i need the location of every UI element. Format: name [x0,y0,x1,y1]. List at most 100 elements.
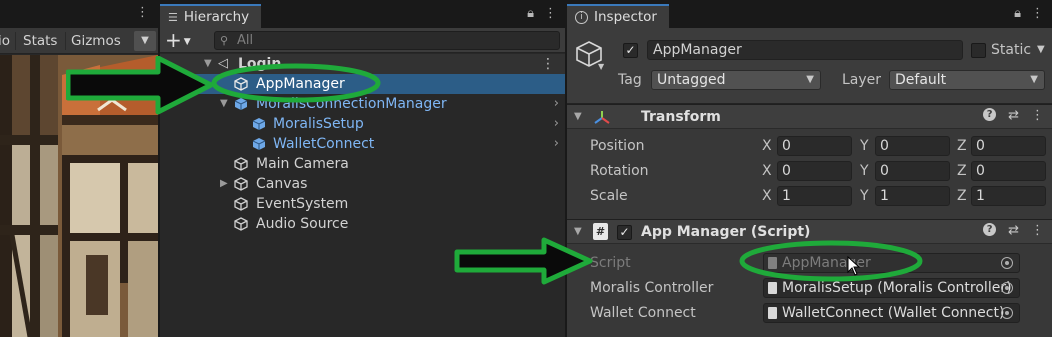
tree-row-label: WalletConnect [273,136,375,152]
tab-inspector[interactable]: i Inspector [567,4,669,28]
transform-scale-row: Scale X 1 Y 1 Z 1 [567,185,1052,207]
more-options-icon[interactable]: ⋮ [136,5,149,20]
hierarchy-search-input[interactable]: ⚲ All [214,31,560,50]
more-options-icon[interactable]: ⋮ [1031,223,1044,238]
script-label: Script [590,255,631,271]
gameobject-cube-icon [234,217,248,231]
game-scene-render[interactable] [0,55,158,337]
unity-scene-icon: ◁ [218,56,228,71]
prefab-cube-icon [252,118,266,130]
script-file-icon [768,307,777,319]
axis-z-label[interactable]: Z [957,186,967,206]
transform-axes-icon [594,111,610,124]
fold-arrow-icon[interactable]: ▼ [204,54,212,74]
wallet-connect-row: Wallet Connect WalletConnect (Wallet Con… [567,302,1052,324]
axis-z-label[interactable]: Z [957,136,967,156]
tree-row-label: MoralisSetup [273,116,364,132]
more-options-icon[interactable]: ⋮ [1031,108,1044,123]
help-icon[interactable]: ? [983,108,997,121]
more-options-icon[interactable]: ⋮ [544,6,557,21]
moralis-controller-value: MoralisSetup (Moralis Controller) [782,280,1012,296]
tag-label: Tag [618,72,642,88]
fold-arrow-icon[interactable]: ▼ [574,222,582,242]
csharp-script-icon: # [593,223,608,240]
tab-hierarchy[interactable]: ☰ Hierarchy [160,4,262,28]
tree-row-login[interactable]: ▼ ◁ Login ⋮ [160,54,565,74]
tree-row-moralisconnectionmanager[interactable]: ▼ MoralisConnectionManager › [160,94,565,114]
gizmos-dropdown-button[interactable]: ▼ [134,31,156,51]
lock-icon[interactable]: 🔒︎ [527,6,534,21]
tree-row-label: AppManager [256,76,345,92]
preset-sliders-icon[interactable]: ⇄ [1008,108,1019,123]
tree-row-appmanager[interactable]: AppManager [160,74,565,94]
rotation-x-field[interactable]: 0 [777,161,852,181]
scale-y-field[interactable]: 1 [875,186,950,206]
scale-z-field[interactable]: 1 [971,186,1046,206]
object-picker-icon[interactable] [1001,282,1013,294]
tag-dropdown[interactable]: Untagged ▼ [651,70,821,90]
more-options-icon[interactable]: ⋮ [541,54,555,74]
more-options-icon[interactable]: ⋮ [1031,6,1044,21]
inspector-tab-bar: i Inspector 🔒︎ ⋮ [567,0,1052,28]
chevron-right-icon[interactable]: › [554,94,559,114]
tree-row-canvas[interactable]: ▶ Canvas [160,174,565,194]
transform-component-header[interactable]: ▼ Transform ? ⇄ ⋮ [567,104,1052,129]
object-name-field[interactable]: AppManager [647,40,963,60]
object-picker-icon [1001,257,1013,269]
tree-row-label: EventSystem [256,196,349,212]
moralis-controller-label: Moralis Controller [590,280,714,296]
axis-y-label[interactable]: Y [860,161,869,181]
chevron-right-icon[interactable]: › [554,114,559,134]
chevron-right-icon[interactable]: › [554,134,559,154]
scene-illustration [0,55,158,337]
active-checkbox[interactable]: ✓ [623,43,638,58]
component-enabled-checkbox[interactable]: ✓ [617,225,632,240]
position-z-field[interactable]: 0 [971,136,1046,156]
wallet-connect-label: Wallet Connect [590,305,696,321]
axis-x-label[interactable]: X [762,136,772,156]
axis-z-label[interactable]: Z [957,161,967,181]
script-file-icon [768,257,777,269]
stats-button[interactable]: Stats [23,31,57,51]
tree-row-moralissetup[interactable]: MoralisSetup › [160,114,565,134]
tree-row-walletconnect[interactable]: WalletConnect › [160,134,565,154]
app-manager-component-header[interactable]: ▼ # ✓ App Manager (Script) ? ⇄ ⋮ [567,219,1052,244]
transform-title: Transform [641,109,721,125]
tree-row-main-camera[interactable]: Main Camera [160,154,565,174]
tab-hierarchy-label: Hierarchy [183,8,250,25]
object-picker-icon[interactable] [1001,307,1013,319]
hierarchy-toolbar: + ▼ ⚲ All [160,28,565,53]
axis-x-label[interactable]: X [762,161,772,181]
tree-row-eventsystem[interactable]: EventSystem [160,194,565,214]
gameobject-cube-icon [234,177,248,191]
fold-arrow-right-icon[interactable]: ▶ [220,174,228,194]
static-checkbox[interactable] [971,43,986,58]
tree-row-audio-source[interactable]: Audio Source [160,214,565,234]
transform-position-row: Position X 0 Y 0 Z 0 [567,135,1052,157]
preset-sliders-icon[interactable]: ⇄ [1008,223,1019,238]
gizmos-button[interactable]: Gizmos [71,31,121,51]
inspector-panel: i Inspector 🔒︎ ⋮ ▼ ✓ AppManager Static ▼… [567,0,1052,337]
lock-icon[interactable]: 🔒︎ [1014,6,1021,21]
help-icon[interactable]: ? [983,223,997,236]
wallet-connect-field[interactable]: WalletConnect (Wallet Connect) [763,303,1020,323]
tree-row-label: Canvas [256,176,308,192]
gameobject-cube-icon [234,157,248,171]
io-toggle[interactable]: io [0,31,10,51]
scale-x-field[interactable]: 1 [777,186,852,206]
fold-arrow-icon[interactable]: ▼ [220,94,228,114]
fold-arrow-icon[interactable]: ▼ [574,107,582,127]
chevron-down-icon[interactable]: ▼ [598,62,604,71]
script-object-field: AppManager [763,253,1020,273]
axis-y-label[interactable]: Y [860,136,869,156]
position-y-field[interactable]: 0 [875,136,950,156]
add-object-button[interactable]: + ▼ [165,29,191,53]
position-x-field[interactable]: 0 [777,136,852,156]
layer-dropdown[interactable]: Default ▼ [889,70,1045,90]
moralis-controller-field[interactable]: MoralisSetup (Moralis Controller) [763,278,1020,298]
rotation-z-field[interactable]: 0 [971,161,1046,181]
chevron-down-icon[interactable]: ▼ [1037,44,1045,55]
rotation-y-field[interactable]: 0 [875,161,950,181]
axis-y-label[interactable]: Y [860,186,869,206]
axis-x-label[interactable]: X [762,186,772,206]
